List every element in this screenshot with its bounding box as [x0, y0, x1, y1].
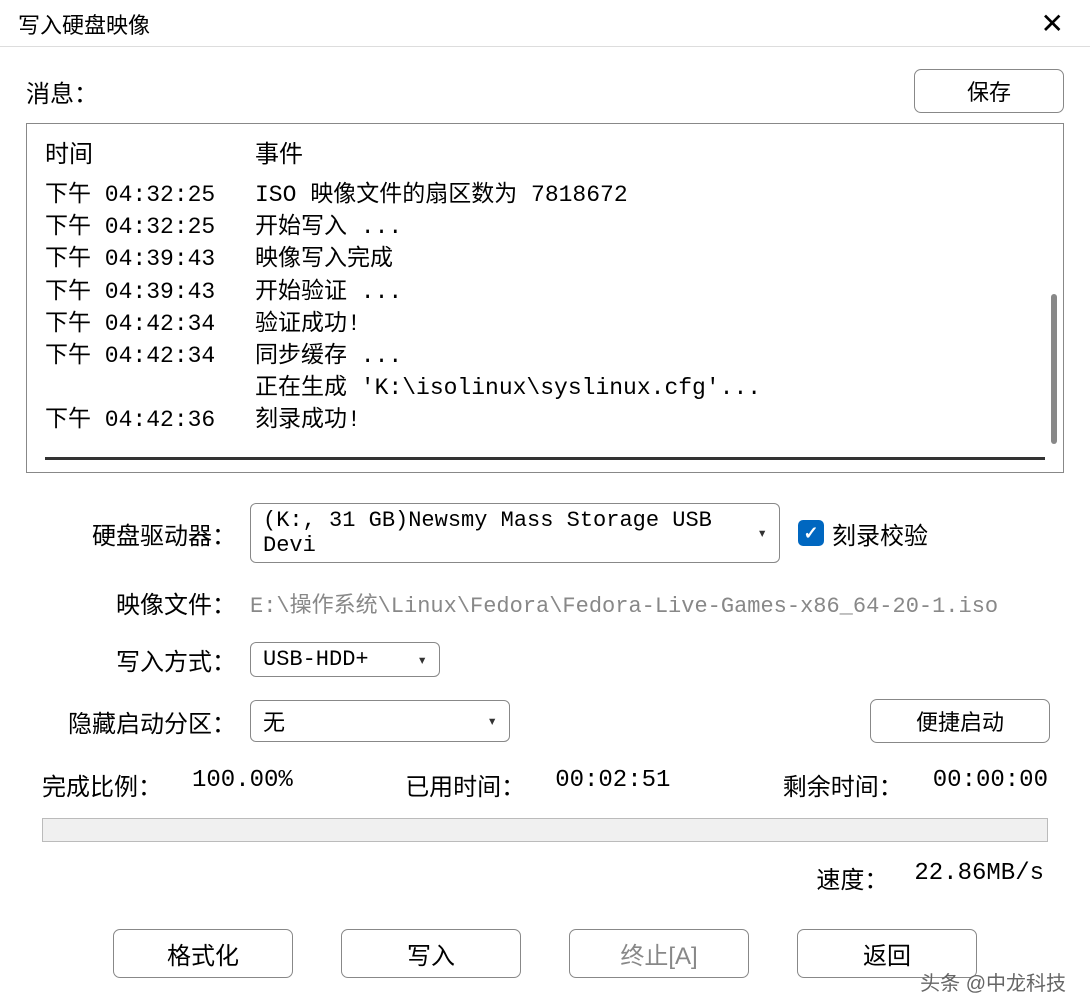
- write-button[interactable]: 写入: [341, 929, 521, 978]
- log-box: 时间 事件 下午 04:32:25ISO 映像文件的扇区数为 7818672下午…: [26, 123, 1064, 473]
- log-event: 映像写入完成: [255, 243, 1045, 275]
- log-event: 正在生成 'K:\isolinux\syslinux.cfg'...: [255, 372, 1045, 404]
- log-event: 验证成功!: [255, 308, 1045, 340]
- remaining-label: 剩余时间：: [783, 767, 903, 802]
- verify-checkbox-wrap[interactable]: ✓ 刻录校验: [798, 516, 928, 551]
- log-row: 下午 04:42:36刻录成功!: [45, 404, 1045, 436]
- log-time: [45, 372, 255, 404]
- hide-partition-label: 隐藏启动分区：: [40, 704, 250, 739]
- log-event: 刻录成功!: [255, 404, 1045, 436]
- speed-value: 22.86MB/s: [914, 860, 1044, 895]
- chevron-down-icon: ▾: [417, 650, 427, 670]
- image-label: 映像文件：: [40, 585, 250, 620]
- chevron-down-icon: ▾: [487, 711, 497, 731]
- log-event: 同步缓存 ...: [255, 340, 1045, 372]
- return-button[interactable]: 返回: [797, 929, 977, 978]
- percent-value: 100.00%: [192, 767, 293, 802]
- write-method-label: 写入方式：: [40, 642, 250, 677]
- speed-label: 速度：: [816, 860, 888, 895]
- log-event: 开始验证 ...: [255, 276, 1045, 308]
- close-icon[interactable]: ✕: [1033, 10, 1072, 38]
- log-row: 下午 04:32:25开始写入 ...: [45, 211, 1045, 243]
- scrollbar-thumb[interactable]: [1051, 294, 1057, 444]
- elapsed-value: 00:02:51: [555, 767, 670, 802]
- log-row: 下午 04:32:25ISO 映像文件的扇区数为 7818672: [45, 179, 1045, 211]
- messages-label: 消息：: [26, 74, 98, 109]
- chevron-down-icon: ▾: [757, 523, 767, 543]
- log-event: 开始写入 ...: [255, 211, 1045, 243]
- abort-button: 终止[A]: [569, 929, 749, 978]
- write-method-value: USB-HDD+: [263, 647, 369, 672]
- write-method-select[interactable]: USB-HDD+ ▾: [250, 642, 440, 677]
- log-time: 下午 04:42:34: [45, 340, 255, 372]
- log-row: 下午 04:42:34同步缓存 ...: [45, 340, 1045, 372]
- verify-checkbox[interactable]: ✓: [798, 520, 824, 546]
- drive-select-value: (K:, 31 GB)Newsmy Mass Storage USB Devi: [263, 508, 757, 558]
- image-path: E:\操作系统\Linux\Fedora\Fedora-Live-Games-x…: [250, 587, 998, 619]
- verify-label: 刻录校验: [832, 516, 928, 551]
- window-title: 写入硬盘映像: [18, 8, 150, 40]
- remaining-value: 00:00:00: [933, 767, 1048, 802]
- hide-partition-value: 无: [263, 705, 285, 737]
- log-time: 下午 04:32:25: [45, 211, 255, 243]
- log-row: 下午 04:39:43开始验证 ...: [45, 276, 1045, 308]
- quick-boot-button[interactable]: 便捷启动: [870, 699, 1050, 743]
- log-divider: [45, 457, 1045, 460]
- drive-select[interactable]: (K:, 31 GB)Newsmy Mass Storage USB Devi …: [250, 503, 780, 563]
- hide-partition-select[interactable]: 无 ▾: [250, 700, 510, 742]
- log-time: 下午 04:39:43: [45, 243, 255, 275]
- log-time: 下午 04:32:25: [45, 179, 255, 211]
- log-row: 正在生成 'K:\isolinux\syslinux.cfg'...: [45, 372, 1045, 404]
- progress-bar: [42, 818, 1048, 842]
- log-header-time: 时间: [45, 134, 255, 169]
- log-time: 下午 04:39:43: [45, 276, 255, 308]
- drive-label: 硬盘驱动器：: [40, 516, 250, 551]
- log-row: 下午 04:42:34验证成功!: [45, 308, 1045, 340]
- format-button[interactable]: 格式化: [113, 929, 293, 978]
- log-row: 下午 04:39:43映像写入完成: [45, 243, 1045, 275]
- elapsed-label: 已用时间：: [405, 767, 525, 802]
- log-event: ISO 映像文件的扇区数为 7818672: [255, 179, 1045, 211]
- save-button[interactable]: 保存: [914, 69, 1064, 113]
- log-header-event: 事件: [255, 134, 1045, 169]
- log-time: 下午 04:42:36: [45, 404, 255, 436]
- titlebar: 写入硬盘映像 ✕: [0, 0, 1090, 47]
- percent-label: 完成比例：: [42, 767, 162, 802]
- log-time: 下午 04:42:34: [45, 308, 255, 340]
